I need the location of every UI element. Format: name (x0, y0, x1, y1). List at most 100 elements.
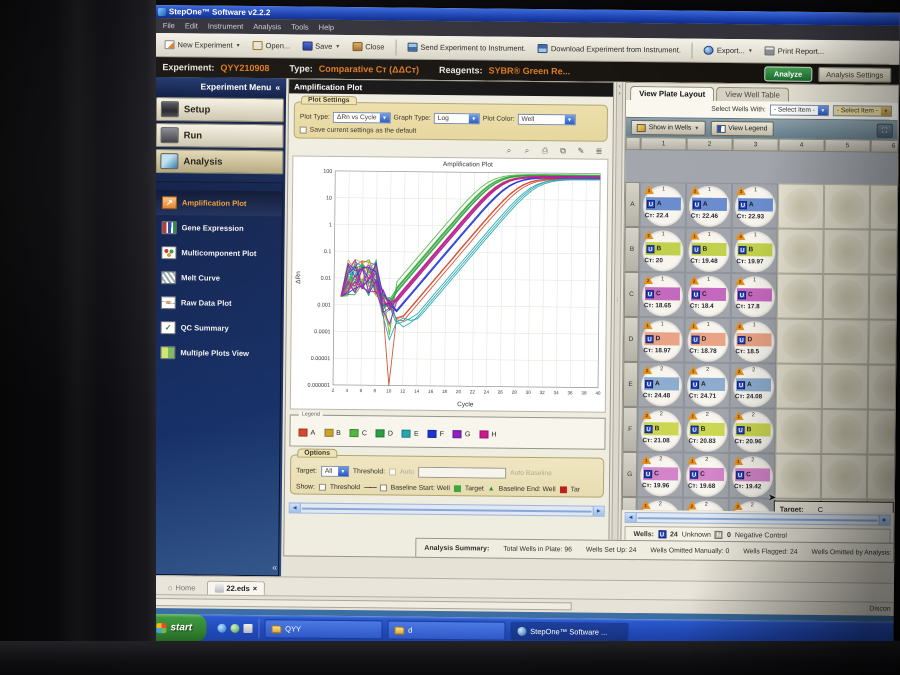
well-C1[interactable]: 2 1 U C Cт: 18.65 (638, 272, 686, 318)
well-G6-empty[interactable] (866, 454, 898, 500)
well-B1[interactable]: 2 1 U B Cт: 20 (639, 227, 686, 273)
show-in-wells-button[interactable]: Show in Wells ▼ (630, 119, 706, 136)
target-dropdown[interactable]: All ▼ (320, 465, 349, 478)
threshold-input[interactable] (417, 466, 507, 479)
close-tab-icon[interactable]: × (253, 584, 257, 593)
well-G2[interactable]: 1 2 U C Cт: 19.68 (682, 452, 730, 499)
menu-help[interactable]: Help (319, 23, 335, 32)
sidebar-item-qc-summary[interactable]: ✓ QC Summary (154, 315, 280, 341)
select-item-dropdown-1[interactable]: - Select Item - ▼ (769, 104, 829, 117)
amplification-chart[interactable]: 100 10 1 0.1 0.01 0.001 0.0001 0.00001 0.000001 2… (289, 155, 609, 413)
plot-type-dropdown[interactable]: ΔRn vs Cycle ▼ (332, 111, 391, 124)
analyze-button[interactable]: Analyze (763, 65, 813, 82)
menu-file[interactable]: File (163, 21, 175, 30)
sidebar-bottom-collapse-icon[interactable]: « (272, 562, 277, 572)
copy-plot-icon[interactable]: ⧉ (557, 146, 568, 156)
well-D4-empty[interactable] (776, 318, 823, 365)
taskbar-task-d[interactable]: d (387, 620, 506, 641)
scrollbar-thumb[interactable] (301, 507, 592, 513)
baseline-start-checkbox[interactable] (379, 484, 387, 492)
menu-tools[interactable]: Tools (291, 22, 309, 31)
tab-view-plate-layout[interactable]: View Plate Layout (630, 85, 715, 101)
sidebar-section-run[interactable]: Run (155, 123, 284, 149)
well-G1[interactable]: 1 2 U C Cт: 19.96 (636, 452, 684, 498)
well-F5-empty[interactable] (821, 409, 868, 455)
sidebar-item-multiple-plots-view[interactable]: Multiple Plots View (154, 340, 280, 366)
well-B3[interactable]: 4 1 U B Cт: 19.97 (731, 228, 778, 274)
download-from-instrument-button[interactable]: Download Experiment from Instrument. (534, 42, 685, 57)
well-C5-empty[interactable] (822, 274, 870, 320)
well-E4-empty[interactable] (775, 363, 823, 410)
well-A2[interactable]: 2 1 U A Cт: 22.46 (685, 182, 733, 229)
well-A4-empty[interactable] (777, 183, 825, 230)
well-F6-empty[interactable] (867, 409, 898, 455)
new-experiment-button[interactable]: New Experiment ▼ (161, 38, 245, 52)
menu-instrument[interactable]: Instrument (208, 22, 244, 31)
sidebar-section-analysis[interactable]: Analysis (155, 149, 284, 175)
menu-analysis[interactable]: Analysis (253, 22, 281, 31)
well-F4-empty[interactable] (775, 408, 822, 455)
scrollbar-thumb[interactable] (637, 516, 878, 522)
graph-type-dropdown[interactable]: Log ▼ (433, 112, 480, 125)
send-to-instrument-button[interactable]: Send Experiment to Instrument. (403, 41, 530, 55)
snapshot-camera-icon[interactable]: ⛶ (876, 123, 893, 138)
sidebar-item-amplification-plot[interactable]: ↗ Amplification Plot (155, 190, 283, 217)
sidebar-section-setup[interactable]: Setup (155, 97, 285, 123)
quicklaunch-messenger-icon[interactable] (230, 623, 240, 633)
show-threshold-checkbox[interactable] (318, 483, 326, 491)
well-F1[interactable]: 2 2 U B Cт: 21.08 (637, 407, 684, 453)
splitter-handle[interactable]: ⁞ (617, 298, 619, 304)
taskbar-task-steponesoftware[interactable]: StepOne™ Software ... (510, 621, 629, 642)
sidebar-collapse-icon[interactable]: « (275, 82, 280, 92)
auto-threshold-checkbox[interactable] (388, 468, 397, 476)
well-A3[interactable]: 3 1 U A Cт: 22.93 (731, 183, 779, 229)
well-E3[interactable]: 2 2 U A Cт: 24.08 (729, 363, 777, 409)
scroll-left-icon[interactable]: ◄ (625, 512, 637, 523)
analysis-settings-button[interactable]: Analysis Settings (818, 66, 892, 83)
menu-edit[interactable]: Edit (185, 21, 198, 30)
well-E2[interactable]: 1 2 U A Cт: 24.71 (683, 362, 731, 409)
well-F3[interactable]: 1 2 U B Cт: 20.96 (729, 408, 776, 454)
save-button[interactable]: Save ▼ (298, 40, 344, 53)
well-H2[interactable]: 2 2 U D Cт: 19.48 (682, 497, 729, 513)
start-button[interactable]: start (148, 613, 207, 642)
document-tab[interactable]: 22.eds × (206, 580, 266, 596)
scroll-left-icon[interactable]: ◄ (289, 503, 301, 513)
plate-horizontal-scrollbar[interactable]: ◄ ► (624, 511, 891, 526)
edit-plot-icon[interactable]: ✎ (575, 146, 586, 156)
sidebar-item-gene-expression[interactable]: Gene Expression (156, 215, 282, 241)
taskbar-task-qyy[interactable]: QYY (264, 619, 383, 640)
well-G4-empty[interactable] (774, 453, 822, 499)
well-D6-empty[interactable] (868, 319, 898, 365)
splitter-collapse-left-icon[interactable]: ‹ (619, 84, 621, 90)
splitter-collapse-right-icon[interactable]: › (619, 91, 621, 97)
well-E5-empty[interactable] (821, 364, 869, 410)
well-H1[interactable]: 1 2 U D Cт: 19.76 (636, 497, 683, 513)
well-B4-empty[interactable] (777, 228, 824, 275)
quicklaunch-ie-icon[interactable] (217, 623, 227, 633)
zoom-out-icon[interactable]: ⌕ (521, 146, 532, 156)
scroll-right-icon[interactable]: ► (878, 515, 890, 525)
select-item-dropdown-2[interactable]: - Select Item - ▼ (832, 105, 892, 117)
well-E6-empty[interactable] (867, 364, 898, 410)
plot-legend-icon[interactable]: ≣ (593, 147, 604, 157)
well-A5-empty[interactable] (823, 184, 871, 230)
well-C3[interactable]: 2 1 U C Cт: 17.8 (730, 273, 778, 319)
quicklaunch-desktop-icon[interactable] (243, 623, 253, 634)
tab-view-well-table[interactable]: View Well Table (716, 86, 789, 102)
well-B6-empty[interactable] (869, 229, 898, 275)
well-A6-empty[interactable] (869, 184, 898, 230)
well-B5-empty[interactable] (823, 229, 870, 275)
close-button[interactable]: Close (348, 40, 388, 53)
well-B2[interactable]: 1 1 U B Cт: 19.48 (685, 227, 732, 274)
export-button[interactable]: Export... ▼ (700, 44, 757, 58)
well-E1[interactable]: 2 2 U A Cт: 24.48 (637, 362, 685, 408)
zoom-in-icon[interactable]: ⌕ (503, 146, 514, 156)
well-D1[interactable]: 1 1 U D Cт: 18.97 (638, 317, 685, 363)
sidebar-item-raw-data-plot[interactable]: ≈ Raw Data Plot (155, 290, 281, 316)
print-report-button[interactable]: Print Report... (761, 44, 828, 58)
well-C4-empty[interactable] (776, 273, 824, 320)
well-D2[interactable]: 1 1 U D Cт: 18.78 (684, 317, 731, 364)
print-plot-icon[interactable]: ⎙ (539, 146, 550, 156)
plot-horizontal-scrollbar[interactable]: ◄ ► (288, 502, 605, 517)
